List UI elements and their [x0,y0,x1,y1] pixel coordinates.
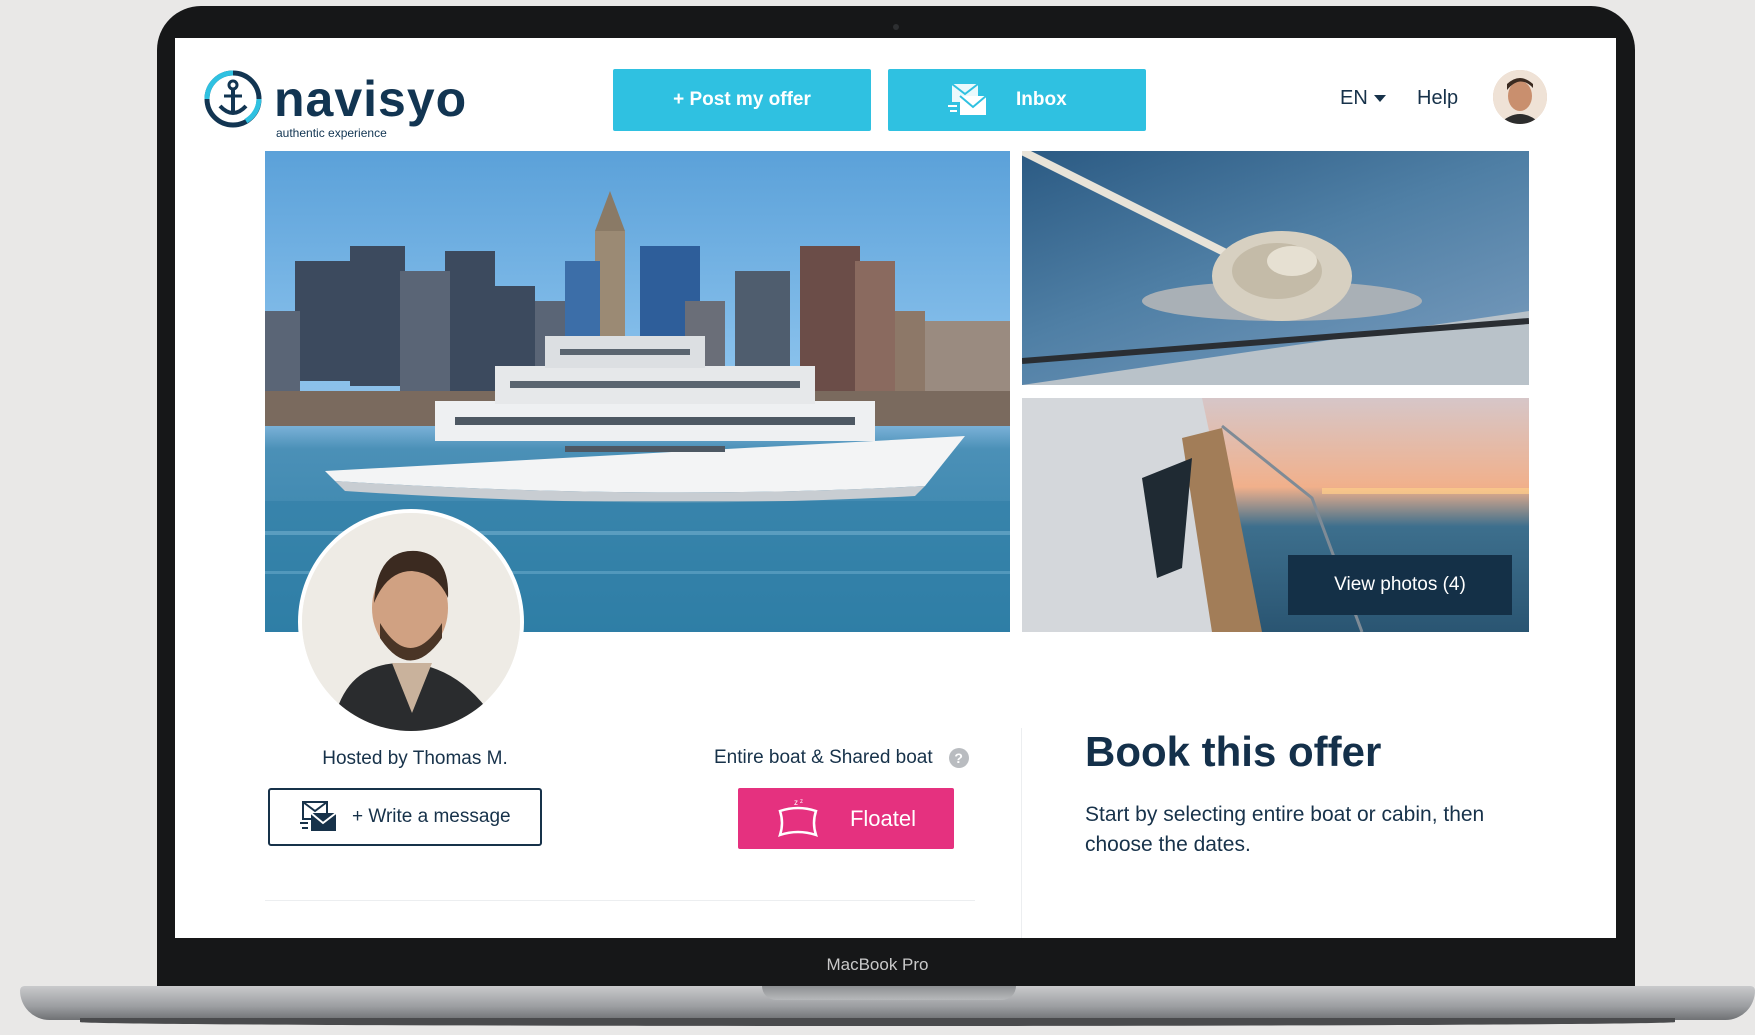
rope-cleat-photo[interactable] [1022,151,1529,385]
camera-dot [893,24,899,30]
help-link[interactable]: Help [1417,87,1458,110]
book-offer-heading: Book this offer [1085,728,1382,775]
envelope-icon [300,801,337,831]
svg-text:z: z [794,799,798,807]
host-portrait-illustration [302,513,520,731]
view-photos-button[interactable]: View photos (4) [1288,555,1512,615]
write-message-label: + Write a message [352,806,511,827]
anchor-logo-icon [204,70,262,128]
envelope-icon [948,83,987,115]
svg-text:z: z [800,799,803,805]
write-message-button[interactable]: + Write a message [268,788,542,846]
caret-down-icon [1373,94,1386,102]
section-divider-vertical [1021,728,1022,938]
hosted-by-text: Hosted by Thomas M. [322,748,508,769]
section-divider-horizontal [265,900,975,901]
post-offer-label: + Post my offer [673,89,811,110]
browser-screen: navisyo authentic experience + Post my o… [175,38,1616,938]
help-question-icon[interactable]: ? [948,748,969,768]
laptop-notch [762,986,1016,1000]
pillow-icon: z z [777,799,818,837]
boat-type-label: Entire boat & Shared boat [714,747,933,768]
boat-type-row: Entire boat & Shared boat ? [714,747,969,769]
post-offer-button[interactable]: + Post my offer [613,69,871,131]
site-logo[interactable]: navisyo authentic experience [202,68,502,140]
book-offer-description: Start by selecting entire boat or cabin,… [1085,803,1485,856]
language-label: EN [1340,87,1368,109]
inbox-label: Inbox [1016,89,1067,110]
device-model-label: MacBook Pro [826,955,929,974]
floatel-label: Floatel [849,805,917,831]
inbox-button[interactable]: Inbox [888,69,1146,131]
host-avatar[interactable] [298,509,524,735]
logo-name: navisyo [274,71,468,127]
floatel-button[interactable]: z z Floatel [738,788,954,849]
rope-cleat-illustration [1022,151,1529,385]
language-selector[interactable]: EN [1340,87,1386,110]
user-avatar-icon [1493,70,1547,124]
user-avatar[interactable] [1493,70,1547,124]
logo-tagline: authentic experience [276,126,387,140]
laptop-base-shadow [80,1018,1675,1026]
